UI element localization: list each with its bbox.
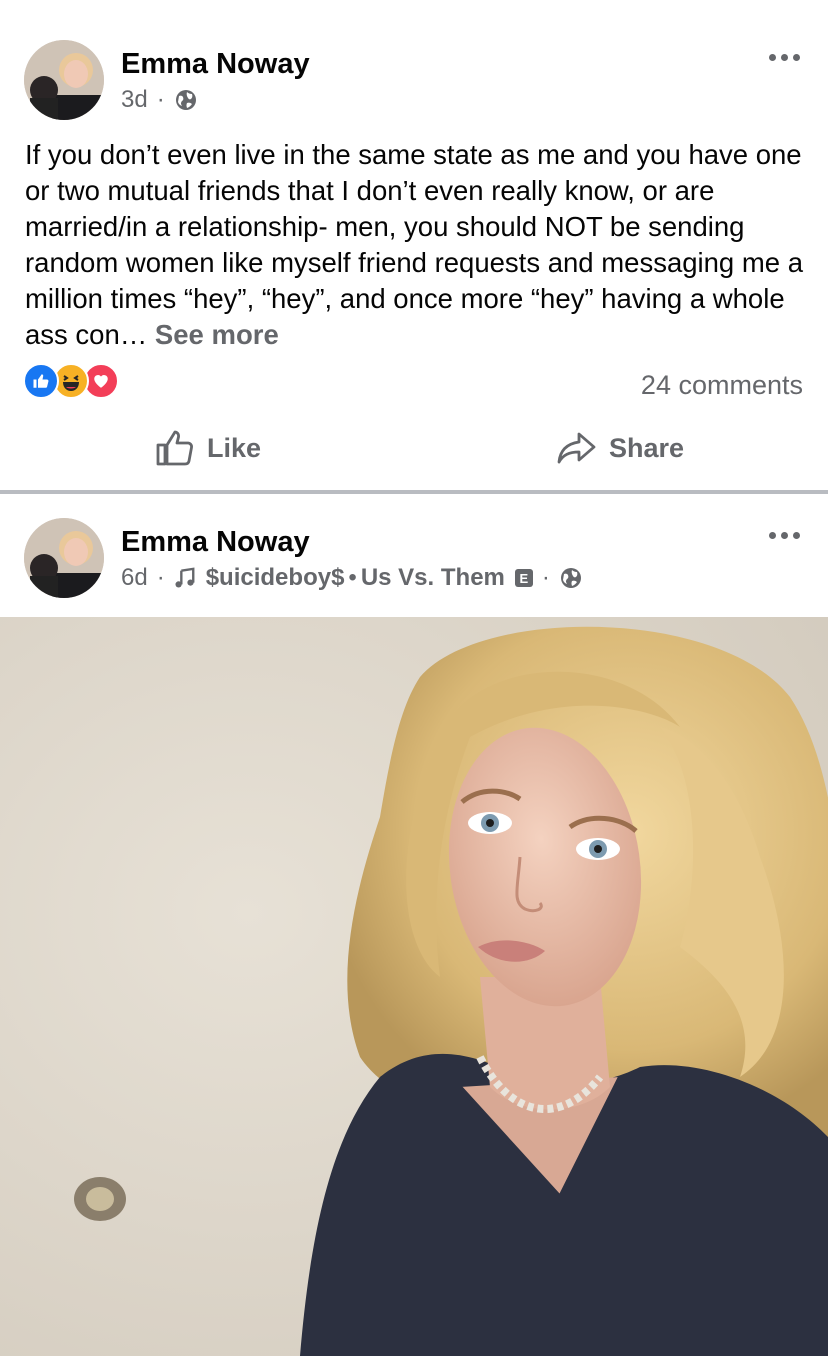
- more-options-button[interactable]: [769, 54, 800, 61]
- post-header: Emma Noway 6d · $uicideboy$ • Us Vs. The…: [24, 518, 828, 600]
- post-text-content: If you don’t even live in the same state…: [25, 139, 804, 350]
- thumbs-up-icon: [156, 430, 193, 466]
- share-label: Share: [609, 432, 685, 463]
- feed-post-text: Emma Noway 3d · If you don’t even live i…: [0, 0, 828, 490]
- globe-icon: [175, 90, 196, 110]
- post-time[interactable]: 6d: [121, 564, 148, 592]
- see-more-link[interactable]: See more: [155, 319, 279, 350]
- author-avatar[interactable]: [24, 518, 104, 598]
- post-meta: 6d · $uicideboy$ • Us Vs. Them E ·: [121, 564, 583, 592]
- author-avatar[interactable]: [24, 40, 104, 120]
- song-separator: •: [348, 564, 357, 591]
- comments-count-link[interactable]: 24 comments: [641, 370, 803, 401]
- avatar-image: [24, 40, 104, 120]
- more-dot: [793, 532, 800, 539]
- reaction-summary[interactable]: [23, 363, 123, 399]
- like-reaction-icon: [23, 363, 59, 399]
- explicit-badge: E: [514, 569, 533, 587]
- post-photo[interactable]: [0, 617, 828, 1356]
- author-name[interactable]: Emma Noway: [121, 48, 310, 81]
- meta-separator: ·: [156, 86, 165, 113]
- globe-icon: [560, 568, 581, 588]
- meta-separator: ·: [541, 564, 550, 591]
- post-meta: 3d ·: [121, 86, 198, 114]
- avatar-image: [24, 518, 104, 598]
- selfie-photo-image: [0, 617, 828, 1356]
- author-name[interactable]: Emma Noway: [121, 526, 310, 559]
- post-header: Emma Noway 3d ·: [24, 40, 828, 122]
- meta-separator: ·: [156, 564, 165, 591]
- feed-post-photo: Emma Noway 6d · $uicideboy$ • Us Vs. The…: [0, 494, 828, 1356]
- post-text: If you don’t even live in the same state…: [25, 137, 815, 353]
- like-button[interactable]: Like: [155, 428, 261, 468]
- more-dot: [793, 54, 800, 61]
- more-dot: [769, 54, 776, 61]
- post-time[interactable]: 3d: [121, 86, 148, 114]
- share-button[interactable]: Share: [557, 428, 684, 468]
- more-dot: [781, 54, 788, 61]
- more-options-button[interactable]: [769, 532, 800, 539]
- more-dot: [769, 532, 776, 539]
- share-arrow-icon: [557, 432, 596, 464]
- like-label: Like: [207, 432, 262, 463]
- song-artist-link[interactable]: $uicideboy$: [206, 564, 345, 592]
- music-note-icon: [175, 567, 195, 588]
- more-dot: [781, 532, 788, 539]
- song-title-link[interactable]: Us Vs. Them: [361, 564, 505, 592]
